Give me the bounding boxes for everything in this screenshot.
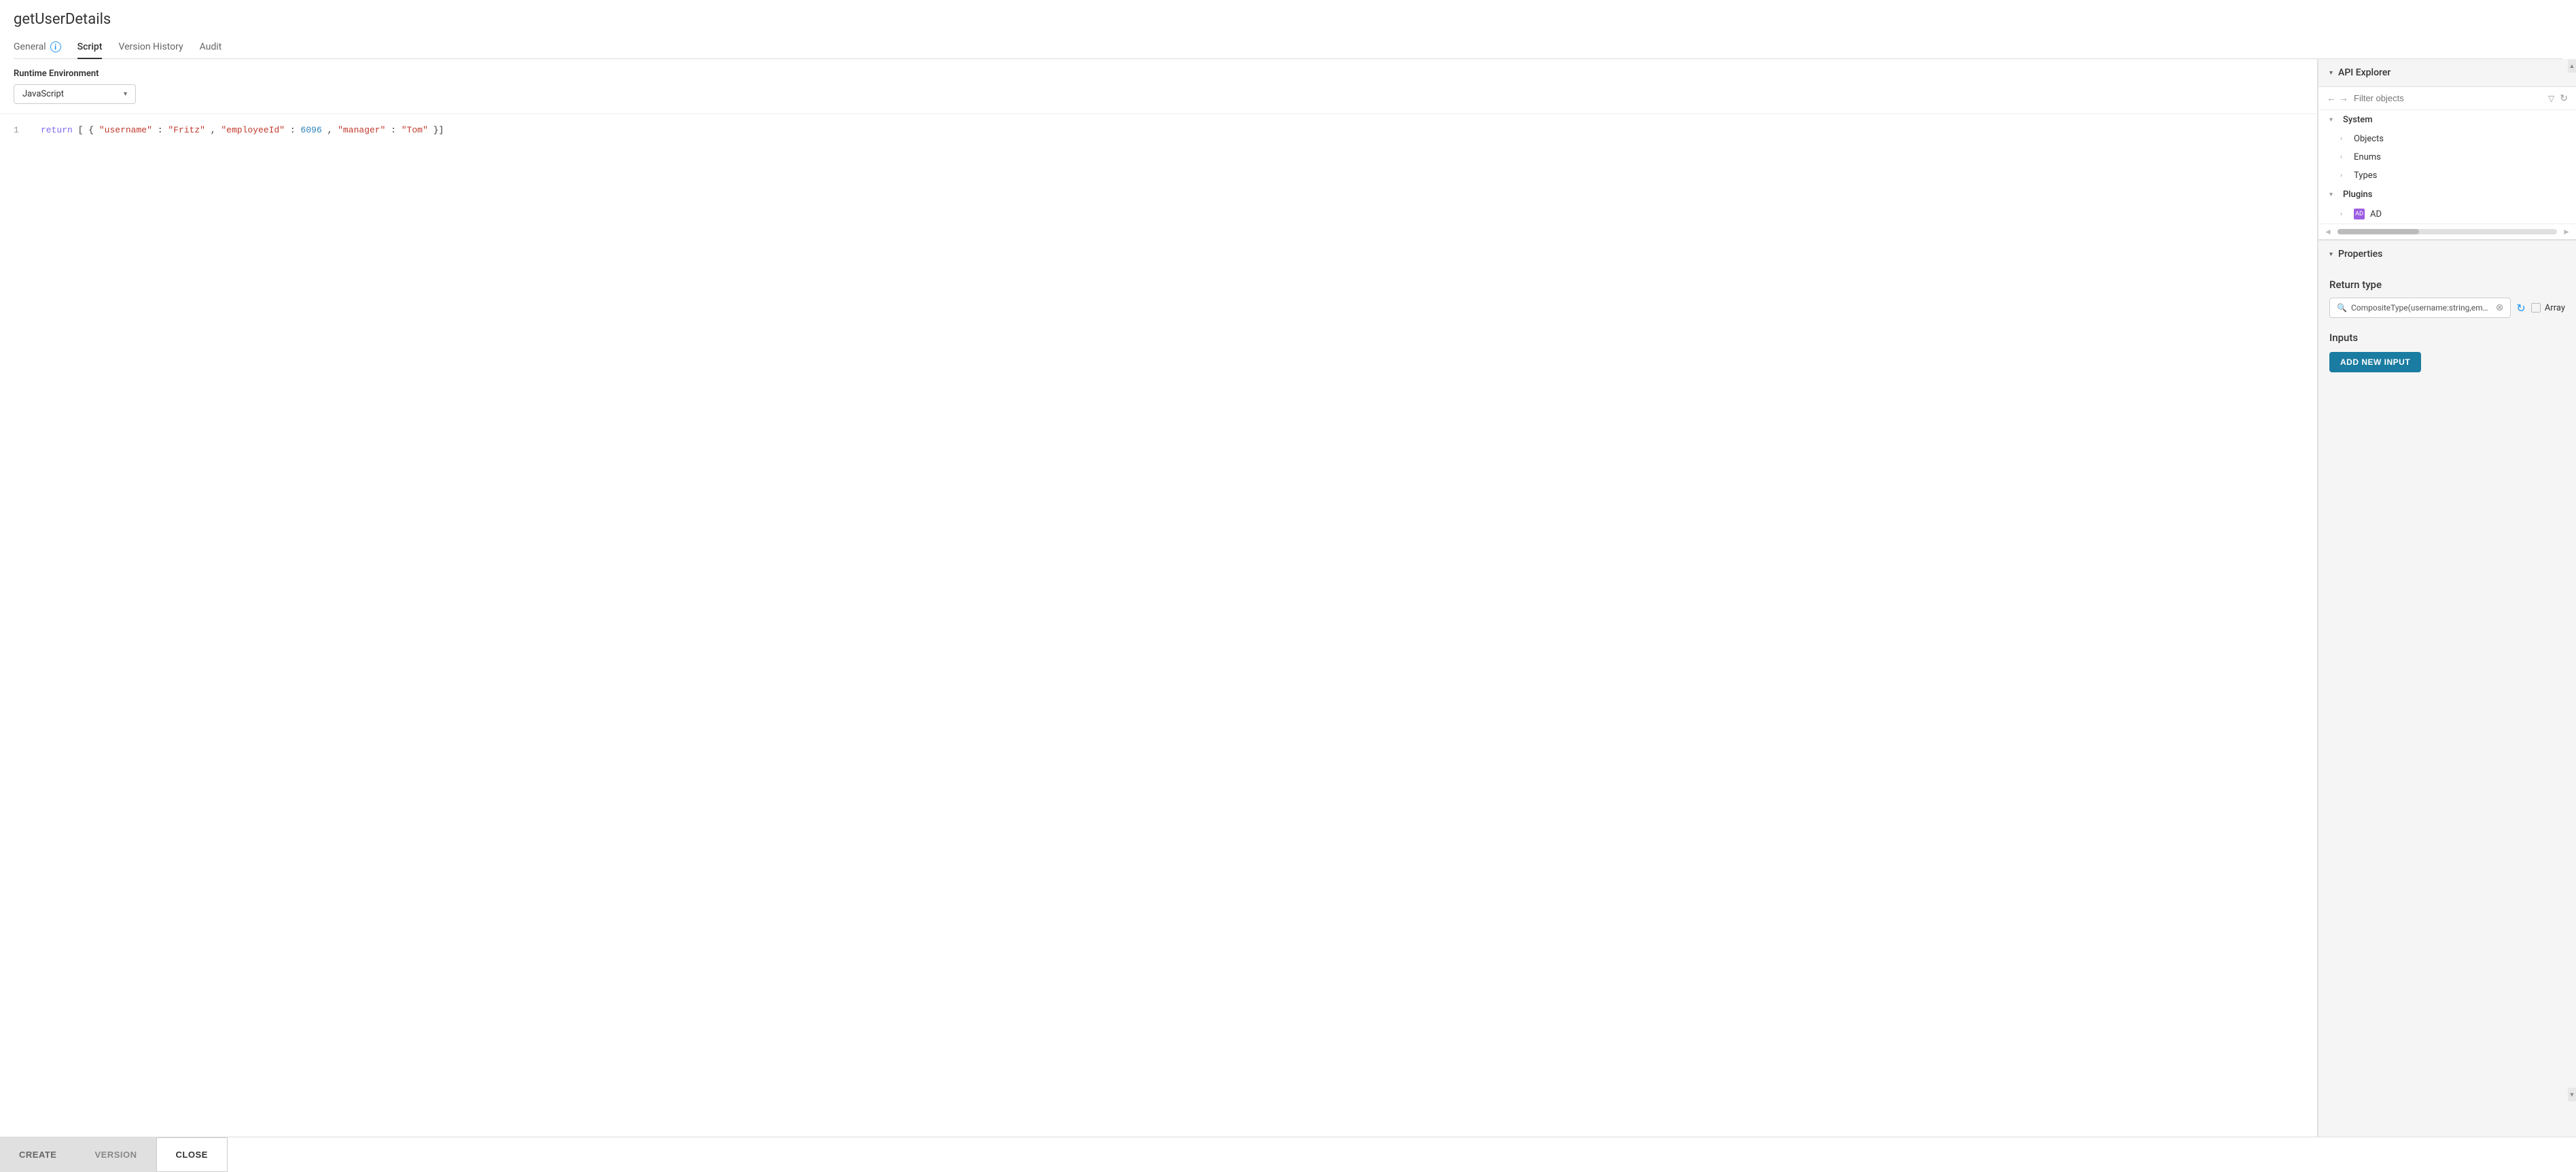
system-label: System (2343, 115, 2373, 125)
tab-script-label: Script (77, 41, 103, 52)
enums-label: Enums (2354, 152, 2381, 162)
ad-expand-icon: › (2340, 211, 2348, 218)
tab-general[interactable]: General i (14, 36, 61, 59)
return-type-input-row: 🔍 CompositeType(username:string,employee… (2329, 298, 2565, 318)
tree-item-types[interactable]: › Types (2318, 166, 2576, 185)
collapse-icon: ▾ (2329, 69, 2333, 77)
code-brace-open: { (88, 125, 94, 135)
code-colon-3: : (391, 125, 396, 135)
code-content: return [ { "username" : "Fritz" , "emplo… (41, 125, 444, 135)
version-button[interactable]: VERSION (75, 1137, 156, 1172)
tab-audit-label: Audit (200, 41, 222, 52)
tab-audit[interactable]: Audit (200, 36, 222, 59)
info-icon: i (50, 41, 61, 52)
main-content: Runtime Environment JavaScript ▾ 1 retur… (0, 59, 2576, 1137)
plugins-label: Plugins (2343, 190, 2372, 200)
tree-plugins-header[interactable]: ▾ Plugins (2318, 185, 2576, 205)
inputs-section: Inputs ADD NEW INPUT (2329, 332, 2565, 372)
properties-content: Return type 🔍 CompositeType(username:str… (2318, 268, 2576, 383)
val-tom: "Tom" (402, 125, 428, 135)
scroll-top-button[interactable]: ▲ (2568, 59, 2576, 73)
val-fritz: "Fritz" (168, 125, 205, 135)
code-colon-1: : (158, 125, 163, 135)
objects-label: Objects (2354, 134, 2384, 144)
reload-icon[interactable]: ↻ (2516, 302, 2525, 315)
api-explorer-content: ← → ▽ ↻ ▾ System › (2318, 86, 2576, 240)
properties-collapse-icon: ▾ (2329, 251, 2333, 258)
return-type-label: Return type (2329, 279, 2565, 291)
close-button[interactable]: CLOSE (156, 1137, 228, 1172)
add-new-input-button[interactable]: ADD NEW INPUT (2329, 352, 2421, 372)
array-checkbox-row: Array (2531, 303, 2565, 313)
array-label: Array (2545, 303, 2565, 313)
page-title: getUserDetails (14, 11, 2562, 28)
runtime-env-section: Runtime Environment JavaScript ▾ (0, 59, 2317, 114)
scroll-left-icon[interactable]: ◄ (2318, 226, 2337, 238)
tree-item-enums[interactable]: › Enums (2318, 148, 2576, 166)
enums-expand-icon: › (2340, 154, 2348, 161)
tab-version-history-label: Version History (118, 41, 183, 52)
scroll-right-icon[interactable]: ► (2557, 226, 2576, 238)
runtime-env-label: Runtime Environment (14, 69, 2304, 79)
tree-item-objects[interactable]: › Objects (2318, 130, 2576, 148)
key-employeeid: "employeeId" (221, 125, 285, 135)
objects-expand-icon: › (2340, 135, 2348, 143)
api-filter-row: ← → ▽ ↻ (2318, 87, 2576, 110)
api-explorer-section: ▾ API Explorer ← → ▽ ↻ (2318, 59, 2576, 240)
clear-icon[interactable]: ⊗ (2496, 302, 2504, 313)
scroll-bottom-button[interactable]: ▼ (2568, 1088, 2576, 1101)
filter-icon: ▽ (2548, 94, 2554, 103)
back-arrow-icon[interactable]: ← (2327, 92, 2336, 104)
tree-item-ad[interactable]: › AD AD (2318, 205, 2576, 224)
refresh-icon[interactable]: ↻ (2560, 93, 2568, 104)
page-header: getUserDetails General i Script Version … (0, 0, 2576, 59)
val-6096: 6096 (300, 125, 321, 135)
runtime-env-select[interactable]: JavaScript ▾ (14, 84, 136, 104)
tree-system-header[interactable]: ▾ System (2318, 110, 2576, 130)
properties-header[interactable]: ▾ Properties (2318, 240, 2576, 268)
array-checkbox[interactable] (2531, 303, 2541, 313)
types-label: Types (2354, 171, 2377, 181)
horizontal-scrollbar-thumb[interactable] (2337, 229, 2419, 234)
code-comma-1: , (211, 125, 222, 135)
return-type-input[interactable]: 🔍 CompositeType(username:string,employee… (2329, 298, 2511, 318)
bottom-bar: CREATE VERSION CLOSE (0, 1137, 2576, 1172)
inputs-label: Inputs (2329, 332, 2565, 344)
right-panel-inner: ▲ ▾ API Explorer ← → ▽ ↻ (2318, 59, 2576, 1137)
chevron-down-icon: ▾ (124, 90, 127, 98)
code-colon-2: : (290, 125, 296, 135)
api-explorer-header[interactable]: ▾ API Explorer (2318, 59, 2576, 86)
code-bracket-open: [ (78, 125, 84, 135)
api-tree[interactable]: ▾ System › Objects › Enums › (2318, 110, 2576, 224)
tab-bar: General i Script Version History Audit (14, 36, 2562, 59)
key-manager: "manager" (338, 125, 385, 135)
create-button[interactable]: CREATE (0, 1137, 75, 1172)
search-icon: 🔍 (2337, 303, 2347, 313)
ad-label: AD (2370, 209, 2382, 219)
forward-arrow-icon[interactable]: → (2339, 92, 2348, 104)
tab-script[interactable]: Script (77, 36, 103, 59)
api-explorer-label: API Explorer (2338, 67, 2390, 78)
system-expand-icon: ▾ (2329, 116, 2337, 124)
plugins-expand-icon: ▾ (2329, 191, 2337, 198)
tab-general-label: General (14, 41, 46, 52)
code-line-1: 1 return [ { "username" : "Fritz" , "emp… (14, 125, 2304, 135)
ad-plugin-icon: AD (2354, 209, 2365, 219)
code-close: }] (434, 125, 444, 135)
filter-input[interactable] (2354, 93, 2543, 103)
left-panel: Runtime Environment JavaScript ▾ 1 retur… (0, 59, 2318, 1137)
key-username: "username" (99, 125, 152, 135)
keyword-return: return (41, 125, 73, 135)
right-panel: ▲ ▾ API Explorer ← → ▽ ↻ (2318, 59, 2576, 1137)
line-number: 1 (14, 125, 27, 135)
types-expand-icon: › (2340, 172, 2348, 179)
properties-section: ▾ Properties Return type 🔍 CompositeType… (2318, 240, 2576, 1137)
tab-version-history[interactable]: Version History (118, 36, 183, 59)
code-comma-2: , (327, 125, 332, 135)
runtime-env-value: JavaScript (22, 89, 118, 99)
properties-label: Properties (2338, 249, 2382, 260)
return-type-value: CompositeType(username:string,employeeId… (2351, 303, 2492, 313)
code-editor[interactable]: 1 return [ { "username" : "Fritz" , "emp… (0, 114, 2317, 1137)
nav-arrows: ← → (2327, 92, 2348, 104)
